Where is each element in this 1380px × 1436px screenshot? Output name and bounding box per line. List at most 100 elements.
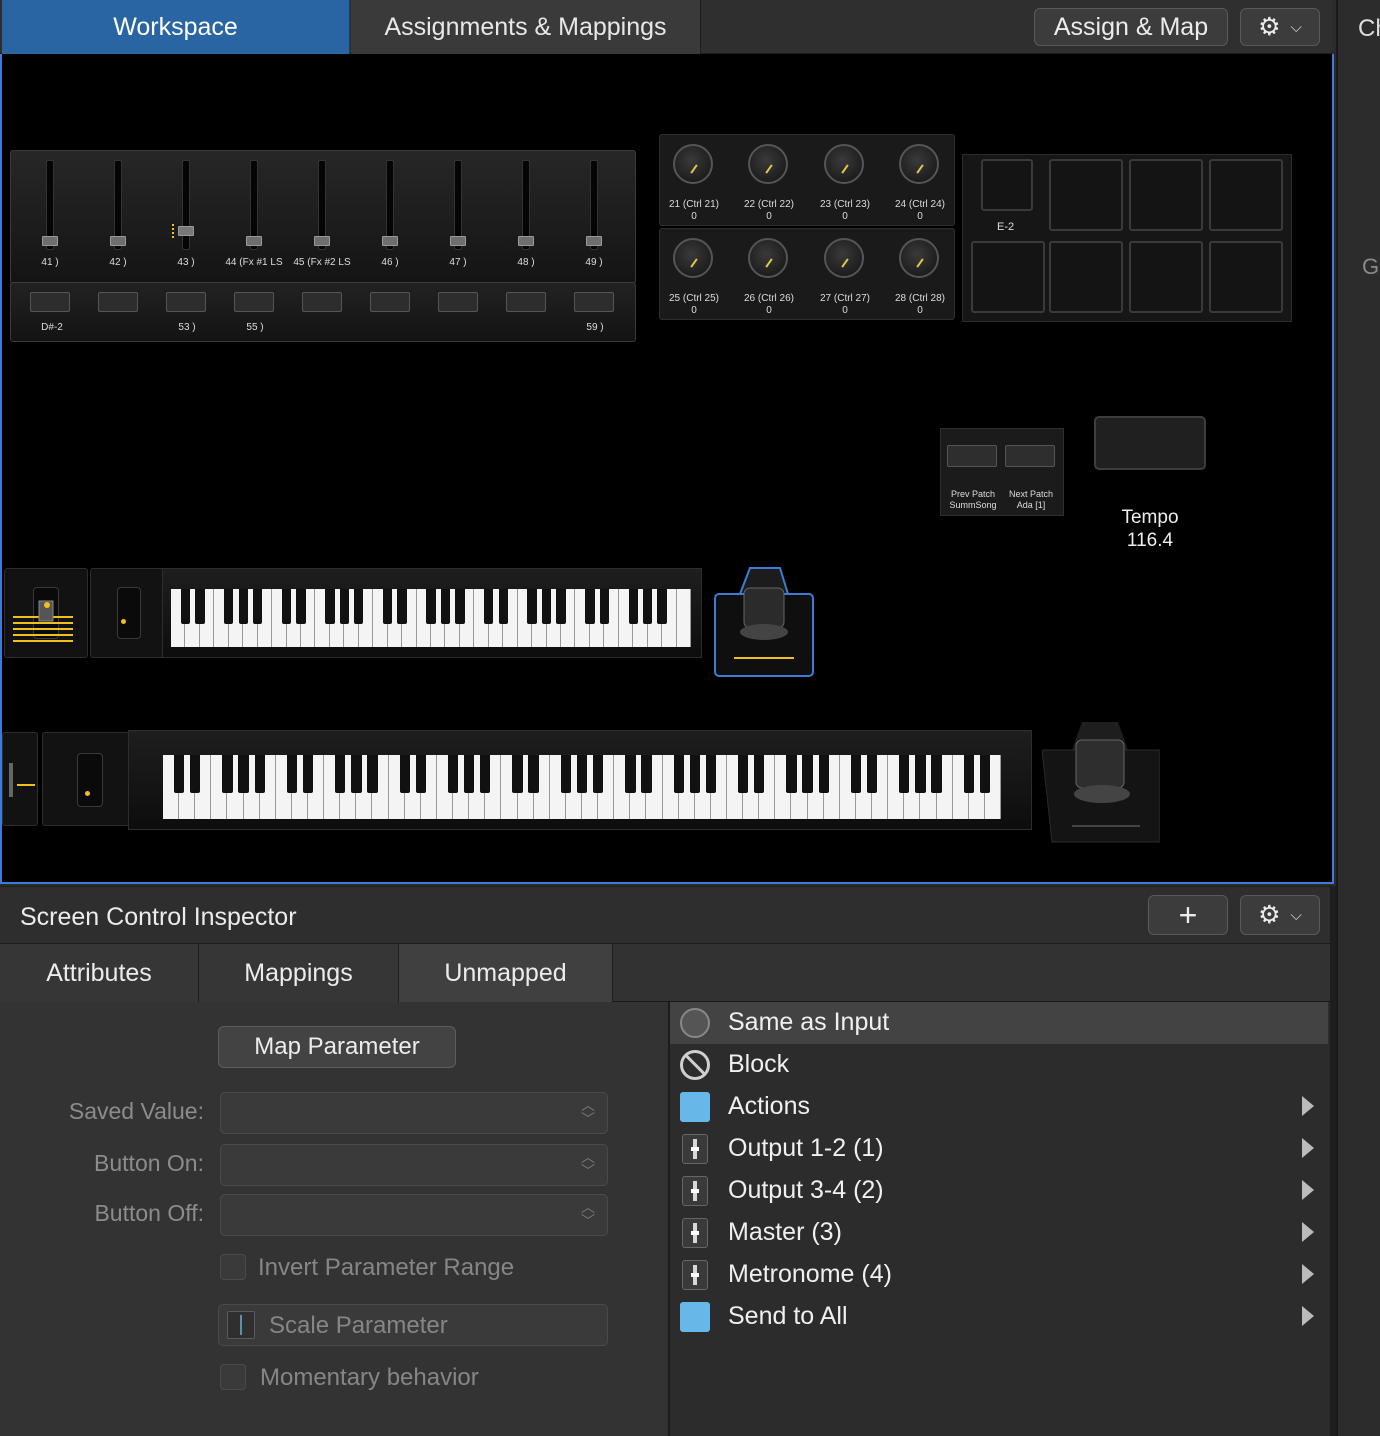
stepper-icon: ︿ ﹀ [581, 1149, 595, 1179]
prev-patch-label: Prev Patch SummSong [949, 489, 997, 510]
scale-icon [227, 1311, 255, 1339]
rotary-knob[interactable] [899, 238, 939, 278]
keyboard-1 [162, 568, 702, 658]
rotary-knob[interactable] [824, 238, 864, 278]
inspector-gear-menu-button[interactable]: ⚙ ⌵ [1240, 895, 1320, 935]
knob-label: 21 (Ctrl 21) 0 [668, 199, 720, 222]
sustain-pedal-1[interactable] [714, 566, 814, 678]
fader[interactable] [518, 160, 534, 250]
menu-item-master-3[interactable]: Master (3) [670, 1212, 1328, 1254]
fader-icon [682, 1260, 708, 1290]
momentary-behavior-checkbox[interactable] [220, 1364, 246, 1390]
mod-wheel[interactable] [90, 568, 168, 658]
fader[interactable] [110, 160, 126, 250]
button-label: 59 ) [586, 322, 604, 333]
rotary-knob[interactable] [899, 144, 939, 184]
drum-pad[interactable] [981, 159, 1033, 211]
folder-icon [680, 1092, 710, 1122]
fader[interactable] [314, 160, 330, 250]
rotary-knob[interactable] [748, 144, 788, 184]
control-button[interactable] [234, 292, 274, 312]
next-patch-button[interactable] [1005, 445, 1055, 467]
button-on-select[interactable]: ︿ ﹀ [220, 1144, 608, 1186]
app-window: Workspace Assignments & Mappings Assign … [0, 0, 1380, 1436]
keyboard-2-keys[interactable] [163, 755, 1001, 819]
button-bank [10, 282, 636, 342]
controller-workspace[interactable]: 41 ) 42 ) 43 ) 44 (Fx #1 LS 45 (Fx #2 LS 46 )… [0, 54, 1334, 884]
assign-map-button[interactable]: Assign & Map [1034, 8, 1228, 46]
invert-parameter-label: Invert Parameter Range [258, 1254, 515, 1281]
drum-pad[interactable] [971, 241, 1045, 313]
chevron-down-icon: ⌵ [1290, 906, 1302, 924]
fader[interactable] [246, 160, 262, 250]
menu-item-send-to-all[interactable]: Send to All [670, 1296, 1328, 1338]
tempo-button[interactable] [1094, 416, 1206, 470]
drum-pad[interactable] [1049, 241, 1123, 313]
control-button[interactable] [506, 292, 546, 312]
control-button[interactable] [438, 292, 478, 312]
drum-pad[interactable] [1129, 159, 1203, 231]
pitch-wheel-2[interactable] [2, 732, 38, 826]
tab-assignments-mappings[interactable]: Assignments & Mappings [351, 0, 701, 54]
menu-item-label: Master (3) [728, 1218, 842, 1246]
fader[interactable] [42, 160, 58, 250]
tab-attributes[interactable]: Attributes [0, 944, 199, 1002]
keyboard-2 [128, 730, 1032, 830]
control-button[interactable] [98, 292, 138, 312]
rotary-knob[interactable] [748, 238, 788, 278]
fader-icon [682, 1218, 708, 1248]
control-button[interactable] [166, 292, 206, 312]
rotary-knob[interactable] [673, 238, 713, 278]
submenu-arrow-icon [1302, 1180, 1314, 1200]
drum-pad[interactable] [1049, 159, 1123, 231]
rotary-knob[interactable] [673, 144, 713, 184]
inspector-title: Screen Control Inspector [20, 903, 297, 931]
workspace-gear-menu-button[interactable]: ⚙ ⌵ [1240, 8, 1320, 46]
stepper-icon: ︿ ﹀ [581, 1097, 595, 1127]
tab-workspace[interactable]: Workspace [2, 0, 350, 54]
fader-icon [682, 1134, 708, 1164]
control-button[interactable] [302, 292, 342, 312]
control-button[interactable] [574, 292, 614, 312]
plus-icon: + [1178, 896, 1198, 933]
fader[interactable] [172, 160, 194, 250]
right-panel-gain-label: Gai [1362, 254, 1380, 279]
drum-pad[interactable] [1129, 241, 1203, 313]
right-panel-title: Ch [1358, 15, 1380, 42]
menu-item-output-3-4-2[interactable]: Output 3-4 (2) [670, 1170, 1328, 1212]
drum-pad-label: E-2 [997, 221, 1015, 233]
scale-parameter-button[interactable]: Scale Parameter [218, 1304, 608, 1346]
fader[interactable] [450, 160, 466, 250]
pitch-wheel[interactable] [4, 568, 88, 658]
menu-item-label: Output 3-4 (2) [728, 1176, 884, 1204]
menu-item-metronome-4[interactable]: Metronome (4) [670, 1254, 1328, 1296]
button-on-label: Button On: [94, 1150, 204, 1176]
saved-value-select[interactable]: ︿ ﹀ [220, 1092, 608, 1134]
drum-pad[interactable] [1209, 241, 1283, 313]
menu-item-block[interactable]: Block [670, 1044, 1328, 1086]
map-parameter-button[interactable]: Map Parameter [218, 1026, 456, 1068]
add-button[interactable]: + [1148, 895, 1228, 935]
mod-wheel-2[interactable] [42, 732, 136, 826]
menu-item-actions[interactable]: Actions [670, 1086, 1328, 1128]
tab-unmapped[interactable]: Unmapped [399, 944, 613, 1002]
sustain-pedal-2[interactable] [1041, 720, 1161, 846]
button-label: 53 ) [178, 322, 196, 333]
drum-pad[interactable] [1209, 159, 1283, 231]
button-off-select[interactable]: ︿ ﹀ [220, 1194, 608, 1236]
control-button[interactable] [370, 292, 410, 312]
menu-item-same-as-input[interactable]: Same as Input [670, 1002, 1328, 1044]
fader-icon [682, 1176, 708, 1206]
button-label: D#-2 [41, 322, 63, 333]
fader[interactable] [382, 160, 398, 250]
keyboard-1-keys[interactable] [171, 589, 691, 647]
menu-item-label: Metronome (4) [728, 1260, 892, 1288]
tab-mappings[interactable]: Mappings [199, 944, 399, 1002]
control-button[interactable] [30, 292, 70, 312]
prev-patch-button[interactable] [947, 445, 997, 467]
menu-item-output-1-2-1[interactable]: Output 1-2 (1) [670, 1128, 1328, 1170]
rotary-knob[interactable] [824, 144, 864, 184]
menu-item-label: Send to All [728, 1302, 848, 1330]
fader[interactable] [586, 160, 602, 250]
invert-parameter-checkbox[interactable] [220, 1254, 246, 1280]
